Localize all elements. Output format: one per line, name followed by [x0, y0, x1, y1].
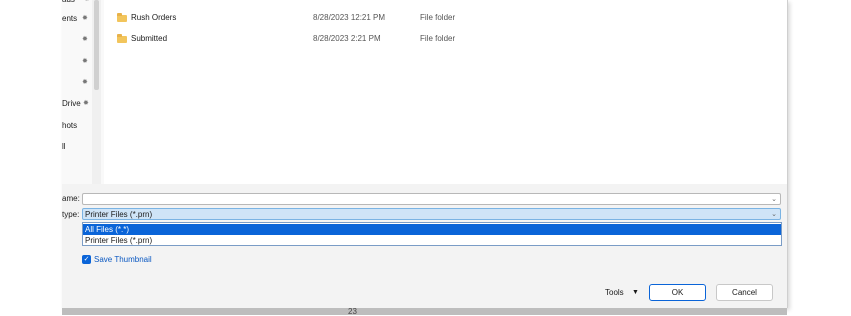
- nav-scrollbar-thumb[interactable]: [94, 0, 99, 90]
- dropdown-option[interactable]: Printer Files (*.prn): [83, 235, 781, 246]
- file-date: 8/28/2023 12:21 PM: [313, 13, 386, 22]
- pin-icon: ✸: [82, 15, 88, 22]
- navigation-pane: ads ✸ ents ✸ ✸ ✸ ✸ Drive ✸: [62, 0, 104, 184]
- pin-icon: ✸: [84, 0, 90, 6]
- chevron-down-icon[interactable]: ⌄: [771, 194, 777, 205]
- save-as-type-label: type:: [62, 210, 80, 219]
- dropdown-option[interactable]: All Files (*.*): [83, 224, 781, 235]
- nav-item-label: ents: [62, 14, 78, 23]
- nav-item-label: hots: [62, 121, 78, 130]
- pin-icon: ✸: [82, 36, 88, 43]
- file-name-label: ame:: [62, 194, 80, 203]
- save-as-type-dropdown: All Files (*.*) Printer Files (*.prn): [82, 222, 782, 246]
- pin-icon: ✸: [82, 79, 88, 86]
- pin-icon: ✸: [83, 100, 89, 107]
- nav-item[interactable]: ents ✸: [62, 13, 88, 25]
- nav-item-label: ll: [62, 142, 66, 151]
- caret-down-icon[interactable]: ▼: [632, 287, 639, 299]
- cancel-button[interactable]: Cancel: [716, 284, 773, 301]
- pin-icon: ✸: [82, 58, 88, 65]
- nav-item[interactable]: ll: [62, 141, 66, 153]
- save-as-type-select[interactable]: Printer Files (*.prn) ⌄: [82, 208, 781, 220]
- nav-item-label: Drive: [62, 99, 81, 108]
- background-document: [62, 308, 787, 315]
- save-thumbnail-label[interactable]: Save Thumbnail: [94, 254, 152, 265]
- nav-item-label: ads: [62, 0, 75, 4]
- save-thumbnail-checkbox[interactable]: ✓: [82, 255, 91, 264]
- tools-button[interactable]: Tools: [605, 287, 624, 299]
- file-browser: ads ✸ ents ✸ ✸ ✸ ✸ Drive ✸: [62, 0, 787, 184]
- chevron-down-icon[interactable]: ⌄: [771, 209, 777, 220]
- file-row[interactable]: Submitted 8/28/2023 2:21 PM File folder: [117, 32, 777, 46]
- nav-item[interactable]: Drive ✸: [62, 98, 89, 110]
- file-name: Submitted: [131, 34, 168, 43]
- nav-item[interactable]: hots: [62, 120, 77, 132]
- file-name: Rush Orders: [131, 13, 177, 22]
- nav-item[interactable]: ads ✸: [62, 0, 90, 6]
- file-type: File folder: [420, 13, 456, 22]
- ok-button[interactable]: OK: [649, 284, 706, 301]
- file-name-field[interactable]: ⌄: [82, 193, 781, 205]
- save-dialog: ads ✸ ents ✸ ✸ ✸ ✸ Drive ✸: [62, 0, 788, 308]
- save-as-type-value: Printer Files (*.prn): [85, 210, 153, 219]
- file-date: 8/28/2023 2:21 PM: [313, 34, 381, 43]
- file-type: File folder: [420, 34, 456, 43]
- folder-icon: [117, 34, 127, 43]
- folder-icon: [117, 13, 127, 22]
- file-row[interactable]: Rush Orders 8/28/2023 12:21 PM File fold…: [117, 11, 777, 25]
